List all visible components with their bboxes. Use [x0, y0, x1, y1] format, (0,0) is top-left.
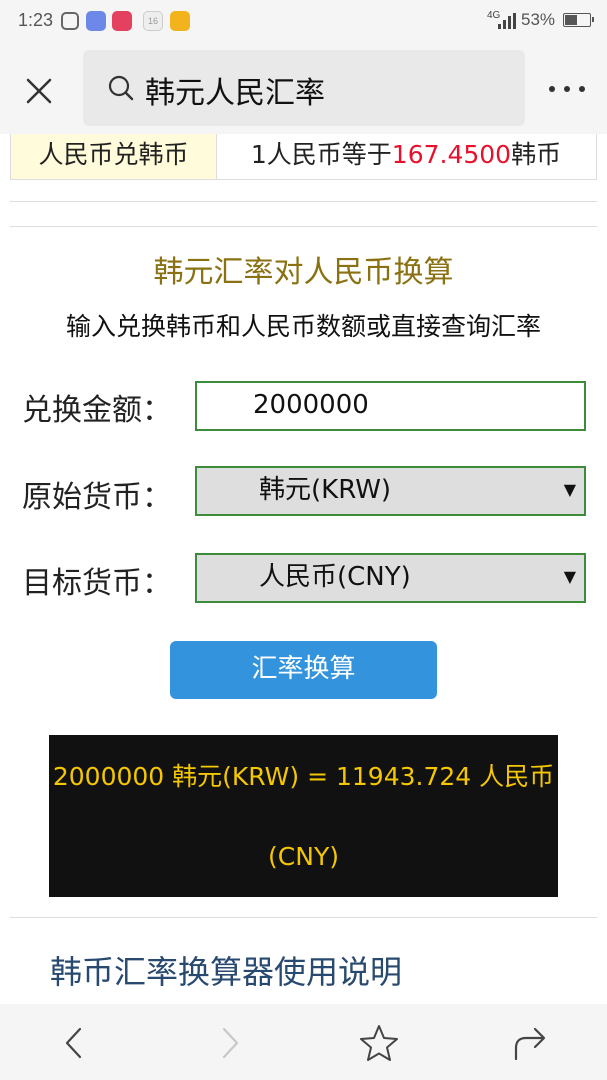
page-content: 人民币兑韩币 1人民币等于167.4500韩币 韩元汇率对人民币换算 输入兑换韩… [0, 134, 607, 1004]
back-icon[interactable] [62, 1026, 86, 1060]
convert-button[interactable]: 汇率换算 [170, 641, 437, 699]
amount-label: 兑换金额： [22, 393, 172, 428]
divider [10, 201, 597, 202]
calendar-icon: 16 [143, 11, 163, 31]
search-input[interactable]: 韩元人民汇率 [83, 50, 525, 126]
status-time: 1:23 [18, 10, 54, 30]
gallery-icon [170, 11, 190, 31]
share-icon[interactable] [512, 1024, 548, 1062]
dropdown-arrow-icon: ▼ [563, 567, 576, 586]
search-query: 韩元人民汇率 [145, 76, 325, 111]
search-icon [108, 75, 134, 101]
rate-value-prefix: 1人民币等于 [250, 140, 392, 169]
rate-value: 1人民币等于167.4500韩币 [216, 134, 596, 179]
result-line: (CNY) [268, 842, 339, 871]
bottom-navigation [0, 1004, 607, 1080]
battery-icon [563, 13, 594, 27]
result-line: 2000000 韩元(KRW) = 11943.724 人民币 [52, 762, 555, 791]
section-heading: 韩币汇率换算器使用说明 [50, 953, 403, 991]
favorite-star-icon[interactable] [359, 1024, 399, 1062]
divider [10, 226, 597, 227]
source-currency-label: 原始货币： [22, 480, 172, 515]
close-icon[interactable] [24, 76, 54, 106]
source-currency-value: 韩元(KRW) [259, 475, 392, 505]
target-currency-select[interactable]: 人民币(CNY) ▼ [195, 553, 586, 603]
app-notification-icon [86, 11, 106, 31]
music-app-icon [112, 11, 132, 31]
target-currency-label: 目标货币： [22, 566, 172, 601]
battery-percent: 53% [521, 10, 556, 29]
signal-icon [498, 13, 516, 29]
forward-icon[interactable] [218, 1026, 242, 1060]
dropdown-arrow-icon: ▼ [563, 480, 576, 499]
amount-field[interactable]: 2000000 [195, 381, 586, 431]
rate-label: 人民币兑韩币 [11, 134, 217, 179]
converter-title: 韩元汇率对人民币换算 [153, 255, 454, 290]
rate-value-suffix: 韩币 [511, 140, 562, 169]
status-bar: 1:23 16 4G 53% [0, 0, 607, 42]
alarm-icon [61, 12, 79, 30]
more-options-icon[interactable] [549, 86, 585, 94]
rate-table: 人民币兑韩币 1人民币等于167.4500韩币 [10, 134, 597, 180]
source-currency-select[interactable]: 韩元(KRW) ▼ [195, 466, 586, 516]
rate-number: 167.4500 [391, 140, 512, 169]
target-currency-value: 人民币(CNY) [259, 562, 411, 592]
divider [10, 917, 597, 918]
conversion-result: 2000000 韩元(KRW) = 11943.724 人民币 (CNY) [49, 735, 558, 897]
browser-toolbar: 韩元人民汇率 [0, 42, 607, 134]
converter-subtitle: 输入兑换韩币和人民币数额或直接查询汇率 [65, 312, 541, 341]
